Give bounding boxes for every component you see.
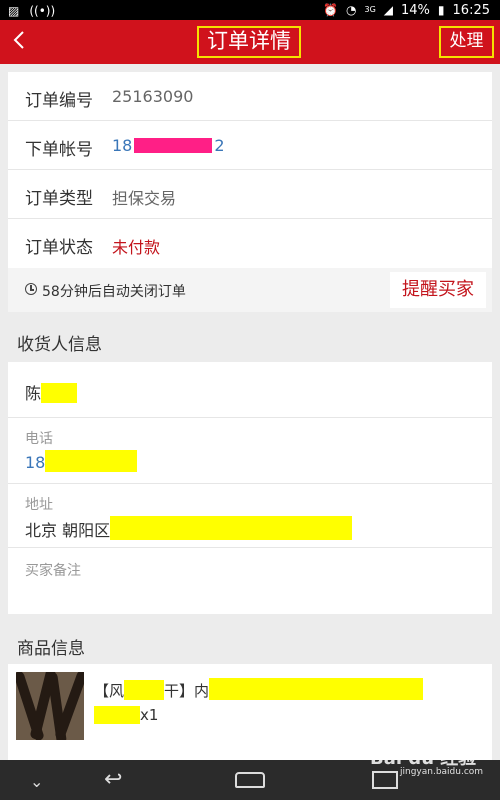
order-number-value: 25163090 [112,87,194,106]
product-name-start: 【风 [94,682,125,700]
address-label: 地址 [25,497,53,513]
redaction-mask [94,706,140,724]
page-title: 订单详情 [197,26,301,58]
signal-icon: ◢ [383,3,394,17]
buyer-account-label: 下单帐号 [25,140,93,160]
receiver-section-title: 收货人信息 [17,335,102,355]
process-button[interactable]: 处理 [439,26,494,58]
phone-value[interactable]: 18 [25,450,138,472]
chevron-down-icon[interactable]: ⌄ [30,770,43,794]
battery-icon: ▮ [437,3,445,17]
wifi-tether-icon: ((•)) [29,4,56,18]
clock-icon [25,283,37,295]
receiver-address-row: 地址 北京 朝阳区 [8,484,492,548]
buyer-account-row: 下单帐号 18 2 [8,121,492,170]
status-bar: ▨ ((•)) ⏰ ◔ 3G ◢ 14% ▮ 16:25 [0,0,500,20]
redaction-mask [41,383,78,403]
redaction-mask [110,516,353,540]
buyer-account-suffix: 2 [214,136,225,155]
product-section-title: 商品信息 [17,639,85,659]
alarm-icon: ⏰ [323,3,338,17]
order-number-row: 订单编号 25163090 [8,72,492,121]
app-header: 订单详情 处理 [0,20,500,64]
receiver-name: 陈 [25,380,78,404]
order-type-value: 担保交易 [112,189,177,208]
receiver-info-card: 陈 电话 18 地址 北京 朝阳区 买家备注 [8,362,492,614]
clock-time: 16:25 [452,2,490,18]
wifi-icon: ◔ [346,3,357,17]
receiver-name-prefix: 陈 [25,384,42,403]
product-name-end: 内 [194,682,210,700]
phone-label: 电话 [25,431,53,447]
order-type-row: 订单类型 担保交易 [8,170,492,219]
order-info-card: 订单编号 25163090 下单帐号 18 2 订单类型 担保交易 订单状态 未付… [8,72,492,312]
redaction-mask [45,450,138,472]
home-icon[interactable] [235,772,265,788]
redaction-mask [124,680,165,700]
product-quantity: x1 [140,706,159,724]
network-type-label: 3G [364,5,376,14]
buyer-note-row: 买家备注 [8,548,492,614]
auto-close-timer-row: 58分钟后自动关闭订单 提醒买家 [8,268,492,312]
buyer-account-prefix: 18 [112,136,133,155]
phone-prefix: 18 [25,453,46,472]
remind-buyer-button[interactable]: 提醒买家 [390,272,486,308]
product-item[interactable]: 【风 干】内 x1 [8,664,492,748]
order-status-row: 订单状态 未付款 [8,219,492,268]
back-button[interactable] [12,28,34,56]
product-name-mid: 干】 [164,682,195,700]
address-prefix: 北京 朝阳区 [25,521,111,540]
watermark-brand: Bai du 经验 [370,748,477,769]
battery-level: 14% [401,2,430,18]
order-number-label: 订单编号 [25,91,93,111]
redaction-mask [134,138,213,153]
image-notification-icon: ▨ [8,4,20,18]
receiver-name-row: 陈 [8,362,492,418]
watermark-url: jingyan.baidu.com [400,767,484,777]
baidu-jingyan-watermark: Bai du 经验 jingyan.baidu.com [370,744,483,777]
chevron-left-icon [13,31,24,49]
receiver-phone-row: 电话 18 [8,418,492,484]
product-name: 【风 干】内 x1 [94,678,484,727]
buyer-account-value[interactable]: 18 2 [112,136,225,155]
buyer-note-label: 买家备注 [25,563,81,579]
product-thumbnail [16,672,84,740]
redaction-mask [209,678,424,700]
order-type-label: 订单类型 [25,189,93,209]
order-status-value: 未付款 [112,238,161,257]
order-status-label: 订单状态 [25,238,93,258]
address-value: 北京 朝阳区 [25,516,353,541]
auto-close-timer-text: 58分钟后自动关闭订单 [42,284,186,300]
back-nav-icon[interactable]: ↩ [104,768,122,792]
